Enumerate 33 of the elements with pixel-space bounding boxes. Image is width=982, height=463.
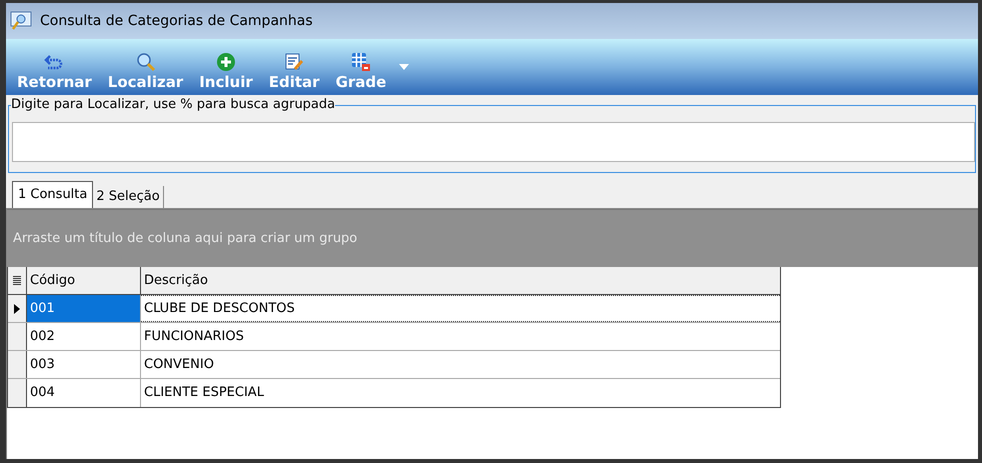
table-row[interactable]: 002 FUNCIONARIOS [8,323,780,351]
table-cell: 003 [27,351,141,378]
column-header[interactable]: Descrição [141,267,780,294]
table-cell-text: FUNCIONARIOS [143,328,245,346]
table-row[interactable]: 004 CLIENTE ESPECIAL [8,379,780,407]
edit-document-icon [284,52,304,72]
toolbar-button[interactable]: Localizar [104,52,186,92]
group-hint: Arraste um título de coluna aqui para criar um grupo [13,230,358,248]
row-indicator-icon [14,304,20,314]
search-icon [136,52,156,72]
return-arrow-icon [44,54,64,72]
table-cell-text: CLIENTE ESPECIAL [143,384,265,402]
toolbar-button[interactable]: Editar [266,52,323,92]
table-cell-text: CONVENIO [143,356,215,374]
dropdown-caret-icon[interactable] [399,64,410,70]
table-cell: 004 [27,379,141,407]
toolbar-button[interactable]: Retornar [14,54,95,92]
search-field[interactable] [12,122,975,162]
table-row[interactable]: 003 CONVENIO [8,351,780,379]
table-cell: CLUBE DE DESCONTOS [141,295,780,322]
plus-circle-icon [216,52,236,72]
column-header[interactable]: Código [27,267,141,294]
table-row[interactable]: 001 CLUBE DE DESCONTOS [8,295,780,323]
tab[interactable]: 2 Seleção [93,186,164,208]
toolbar-button[interactable]: Incluir [196,52,256,92]
magnifier-window-icon [10,11,32,31]
table-cell: 002 [27,323,141,350]
toolbar-button[interactable]: Grade [332,52,390,92]
search-group-label: Digite para Localizar, use % para busca agrupada [11,97,336,113]
grid-icon [350,52,371,72]
table-cell: 001 [27,295,141,322]
window-title: Consulta de Categorias de Campanhas [40,12,313,30]
tab[interactable]: 1 Consulta [12,181,94,208]
